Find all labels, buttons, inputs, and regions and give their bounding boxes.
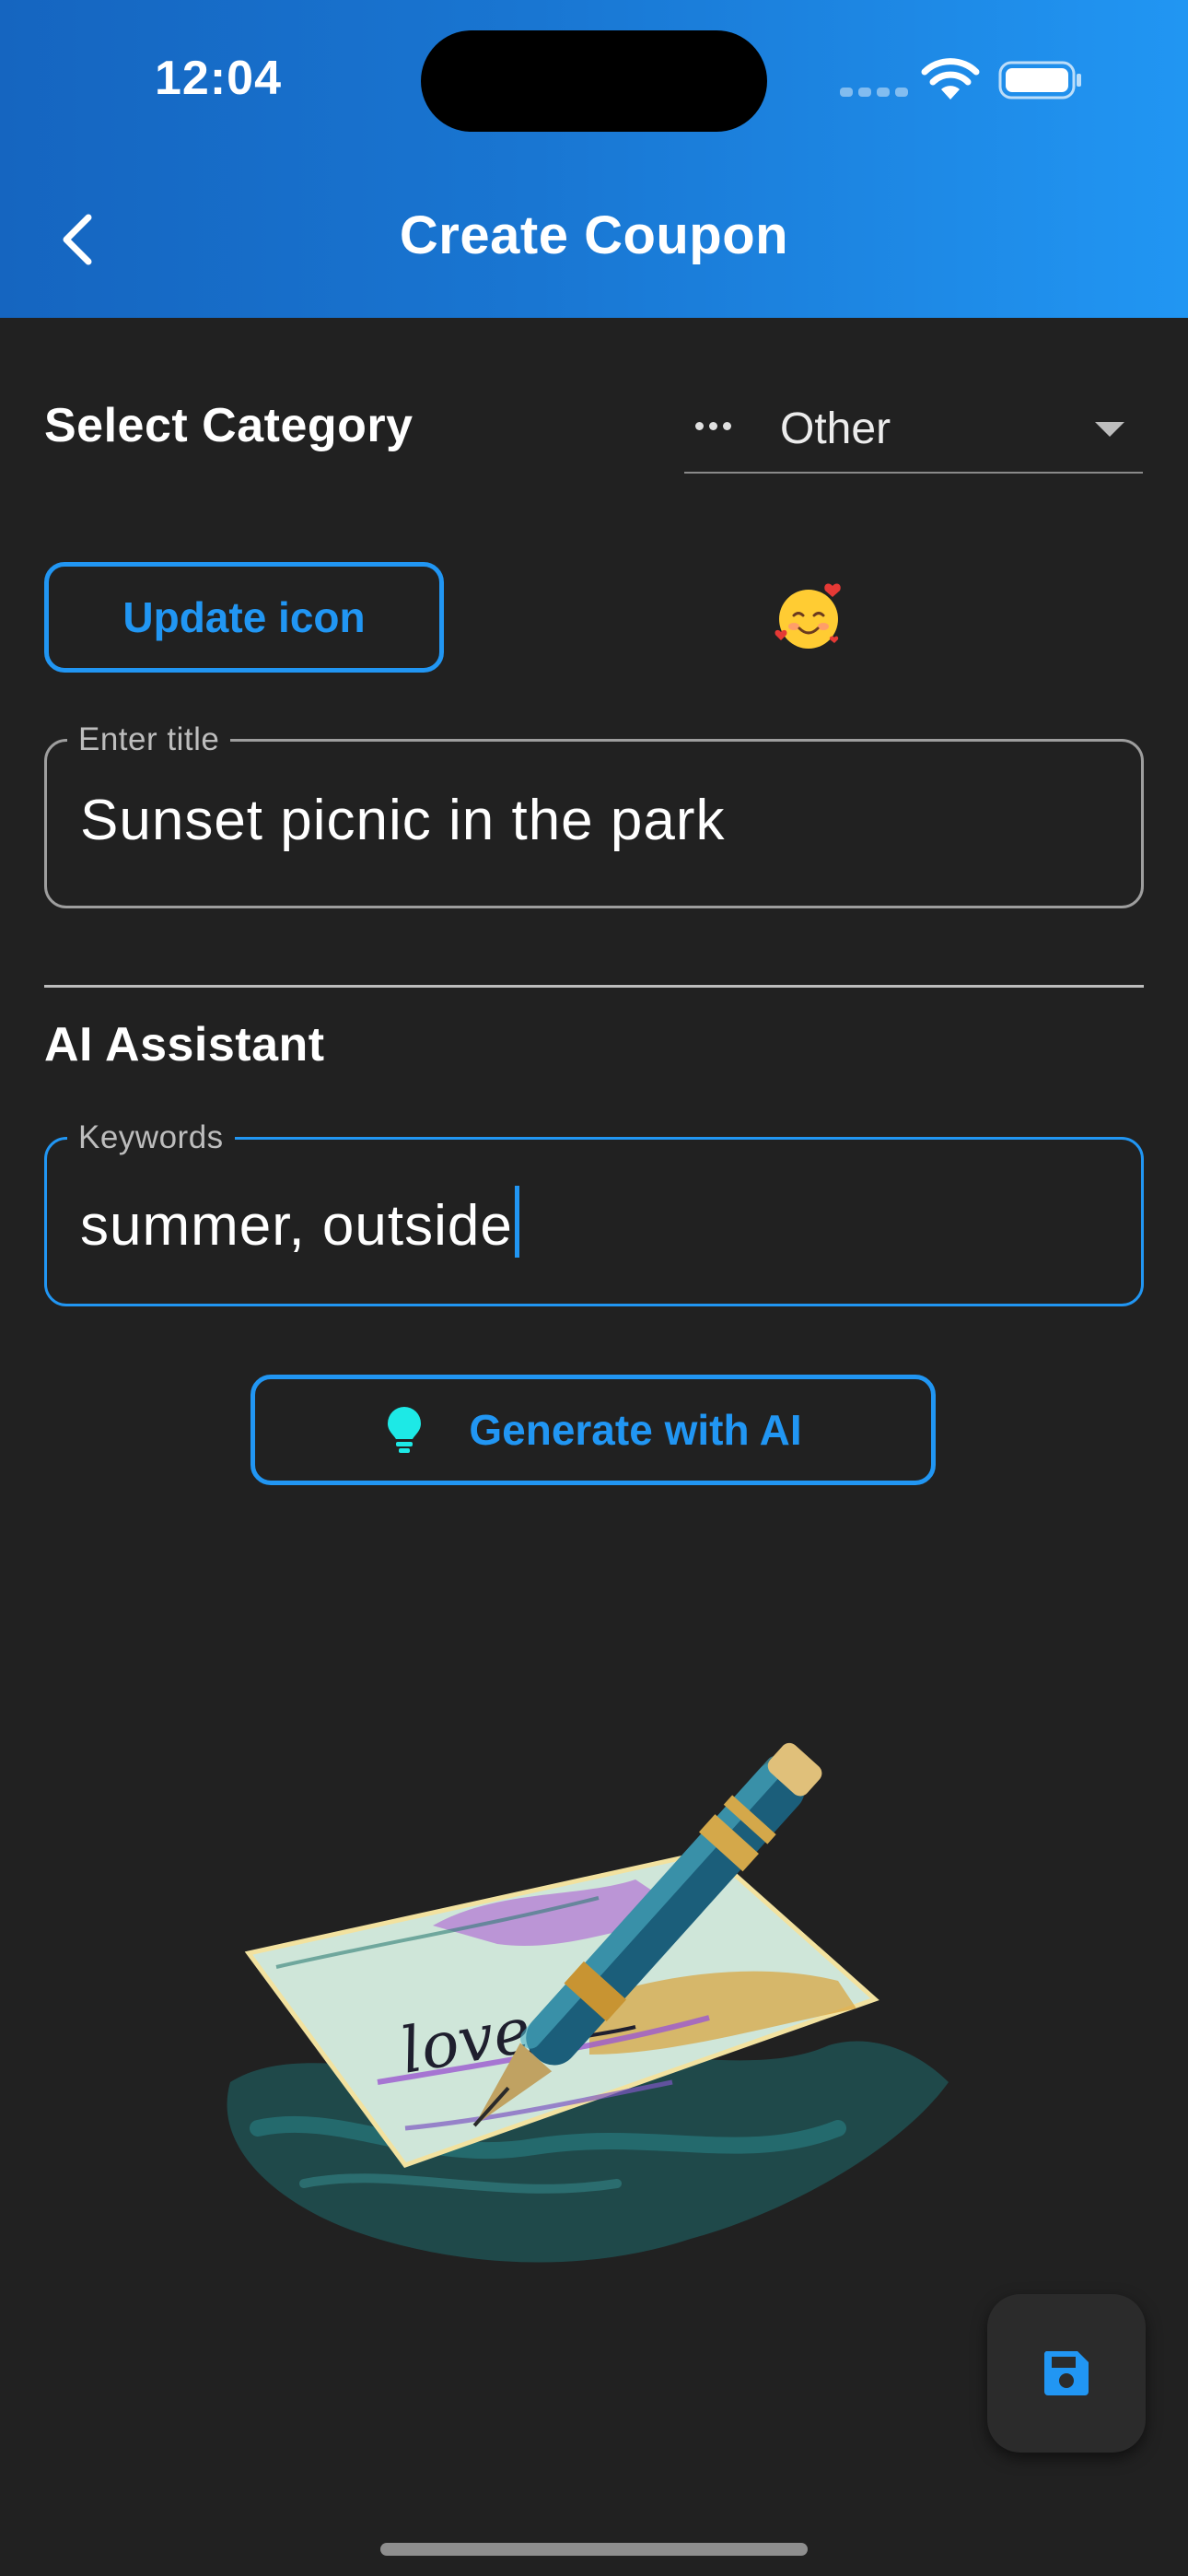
- category-selected-value: Other: [780, 404, 891, 453]
- keywords-field[interactable]: Keywords summer, outside: [44, 1119, 1144, 1306]
- title-field-label: Enter title: [67, 721, 231, 758]
- title-field[interactable]: Enter title Sunset picnic in the park: [44, 721, 1144, 908]
- dynamic-island: [421, 30, 767, 132]
- update-icon-button[interactable]: Update icon: [44, 562, 444, 673]
- generate-with-ai-button[interactable]: Generate with AI: [250, 1375, 936, 1485]
- page-title: Create Coupon: [399, 205, 789, 265]
- category-dropdown[interactable]: Other: [684, 387, 1143, 474]
- home-indicator: [380, 2543, 808, 2556]
- section-divider: [44, 985, 1144, 988]
- cellular-signal-icon: [840, 85, 914, 101]
- generated-coupon-image: love: [227, 1742, 949, 2263]
- dropdown-arrow-icon: [1095, 422, 1124, 437]
- battery-icon: [998, 61, 1081, 100]
- select-category-label: Select Category: [44, 399, 413, 452]
- more-horiz-icon: [695, 418, 737, 435]
- update-icon-button-label: Update icon: [122, 593, 366, 641]
- title-field-value: Sunset picnic in the park: [80, 789, 726, 852]
- save-icon: [1043, 2351, 1089, 2395]
- keywords-field-label: Keywords: [67, 1119, 235, 1156]
- wifi-icon: [921, 58, 980, 100]
- ai-assistant-heading: AI Assistant: [44, 1018, 325, 1071]
- status-time: 12:04: [155, 52, 282, 105]
- smiling-face-with-hearts-emoji-icon: [775, 583, 841, 649]
- lightbulb-icon: [388, 1407, 422, 1453]
- text-cursor: [514, 1186, 519, 1258]
- save-fab[interactable]: [987, 2294, 1146, 2453]
- keywords-field-value: summer, outside: [80, 1194, 513, 1258]
- app-bar: 12:04 Create Coupon: [0, 0, 1188, 318]
- generate-with-ai-label: Generate with AI: [469, 1406, 802, 1454]
